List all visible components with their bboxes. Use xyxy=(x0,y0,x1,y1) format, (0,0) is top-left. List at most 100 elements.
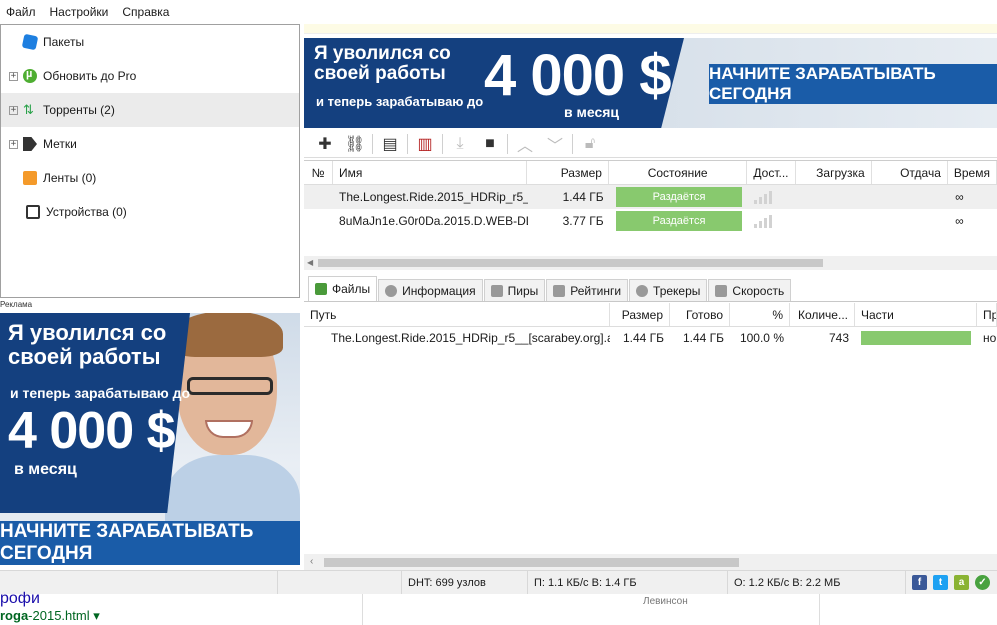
col-path[interactable]: Путь xyxy=(304,303,610,326)
ad-cta-button[interactable]: НАЧНИТЕ ЗАРАБАТЫВАТЬ СЕГОДНЯ xyxy=(0,521,300,565)
col-done[interactable]: Готово xyxy=(670,303,730,326)
move-up-icon[interactable]: ︿ xyxy=(510,132,540,156)
facebook-icon[interactable]: f xyxy=(912,575,927,590)
ad-cta-button[interactable]: НАЧНИТЕ ЗАРАБАТЫВАТЬ СЕГОДНЯ xyxy=(709,64,997,104)
col-size[interactable]: Размер xyxy=(610,303,670,326)
menu-help[interactable]: Справка xyxy=(122,5,169,19)
torrent-state-cell: Раздаётся xyxy=(610,185,749,209)
status-download[interactable]: П: 1.1 КБ/с В: 1.4 ГБ xyxy=(528,570,728,595)
table-row[interactable]: The.Longest.Ride.2015_HDRip_r5_... 1.44 … xyxy=(304,185,997,209)
file-parts xyxy=(855,327,977,349)
android-icon[interactable]: a xyxy=(954,575,969,590)
toolbar-separator xyxy=(442,133,443,154)
twitter-icon[interactable]: t xyxy=(933,575,948,590)
col-name[interactable]: Имя xyxy=(333,161,528,184)
row-num xyxy=(304,209,333,233)
scrollbar-thumb[interactable] xyxy=(318,259,823,267)
file-done: 1.44 ГБ xyxy=(682,331,724,345)
expand-icon[interactable]: + xyxy=(9,71,18,81)
col-priority[interactable]: Пр xyxy=(977,303,997,326)
torrent-list: № Имя Размер Состояние Дост... Загрузка … xyxy=(304,160,997,270)
horizontal-scrollbar[interactable]: ‹ xyxy=(304,554,997,570)
tab-info[interactable]: Информация xyxy=(378,279,483,301)
stop-icon[interactable]: ■ xyxy=(475,132,505,156)
status-empty-cell xyxy=(278,570,402,595)
sidebar-item-torrents[interactable]: + ⇅ Торренты (2) xyxy=(1,93,299,127)
files-icon xyxy=(315,283,327,295)
row-num xyxy=(304,185,333,209)
status-bar: DHT: 699 узлов П: 1.1 КБ/с В: 1.4 ГБ О: … xyxy=(0,570,997,595)
create-torrent-icon[interactable]: ▤ xyxy=(375,132,405,156)
file-path: The.Longest.Ride.2015_HDRip_r5__[scarabe… xyxy=(331,331,610,345)
col-num[interactable]: № xyxy=(304,161,334,184)
peers-icon xyxy=(490,284,503,297)
menu-file[interactable]: Файл xyxy=(6,5,36,19)
ad-headline: Я уволился со своей работы xyxy=(8,320,167,369)
background-link-text[interactable]: рофи xyxy=(0,590,40,608)
col-size[interactable]: Размер xyxy=(527,161,609,184)
col-download[interactable]: Загрузка xyxy=(796,161,872,184)
sidebar-item-packages[interactable]: Пакеты xyxy=(1,25,299,59)
scroll-left-icon[interactable]: ◀ xyxy=(307,256,313,270)
availability-bars-icon xyxy=(748,185,796,209)
packages-icon xyxy=(21,33,39,51)
tab-files[interactable]: Файлы xyxy=(308,276,378,301)
menu-settings[interactable]: Настройки xyxy=(50,5,109,19)
torrent-upload xyxy=(873,209,949,233)
status-upload[interactable]: О: 1.2 КБ/с В: 2.2 МБ xyxy=(728,570,906,595)
tab-ratings[interactable]: Рейтинги xyxy=(546,279,629,301)
sidebar-item-feeds[interactable]: Ленты (0) xyxy=(1,161,299,195)
expand-icon[interactable]: + xyxy=(9,105,18,115)
toolbar-separator xyxy=(507,133,508,154)
torrent-download xyxy=(796,209,872,233)
unlock-icon[interactable]: 🔓︎ xyxy=(575,132,605,156)
download-icon[interactable]: ⤓ xyxy=(445,132,475,156)
add-torrent-icon[interactable]: ✚ xyxy=(310,132,340,156)
info-strip xyxy=(304,24,997,34)
torrent-name: The.Longest.Ride.2015_HDRip_r5_... xyxy=(339,190,528,204)
background-browser-page: рофи roga-2015.html ▾ Левинсон xyxy=(0,590,997,625)
ad-banner-top[interactable]: Я уволился со своей работы и теперь зара… xyxy=(304,38,997,128)
scrollbar-thumb[interactable] xyxy=(324,558,739,567)
tab-trackers[interactable]: Трекеры xyxy=(629,279,708,301)
move-down-icon[interactable]: ﹀ xyxy=(540,132,570,156)
col-availability[interactable]: Дост... xyxy=(747,161,796,184)
col-parts[interactable]: Части xyxy=(855,303,977,326)
sidebar-item-label: Метки xyxy=(43,137,77,151)
status-ok-icon[interactable]: ✓ xyxy=(975,575,990,590)
col-state[interactable]: Состояние xyxy=(609,161,748,184)
social-icons: f t a ✓ xyxy=(906,575,990,590)
availability-bars-icon xyxy=(748,209,796,233)
file-percent: 100.0 % xyxy=(739,331,784,345)
torrent-size: 3.77 ГБ xyxy=(562,214,604,228)
sidebar: Пакеты + Обновить до Pro + ⇅ Торренты (2… xyxy=(0,24,300,298)
col-upload[interactable]: Отдача xyxy=(872,161,948,184)
status-badge: Раздаётся xyxy=(615,187,743,207)
add-link-icon[interactable]: ⛓ xyxy=(340,132,370,156)
table-row[interactable]: The.Longest.Ride.2015_HDRip_r5__[scarabe… xyxy=(304,327,997,349)
sidebar-item-label: Устройства (0) xyxy=(46,205,127,219)
torrent-time: ∞ xyxy=(955,190,964,204)
tab-label: Скорость xyxy=(732,283,785,298)
table-row[interactable]: 8uMaJn1e.G0r0Da.2015.D.WEB-DL.... 3.77 Г… xyxy=(304,209,997,233)
horizontal-scrollbar[interactable]: ◀ xyxy=(304,256,997,270)
col-count[interactable]: Количе... xyxy=(790,303,855,326)
parts-bar xyxy=(861,331,971,345)
sidebar-item-upgrade-pro[interactable]: + Обновить до Pro xyxy=(1,59,299,93)
torrent-upload xyxy=(873,185,949,209)
ad-subline: и теперь зарабатываю до xyxy=(316,94,484,109)
background-url-rest: -2015.html ▾ xyxy=(28,608,100,623)
expand-icon[interactable]: + xyxy=(9,139,18,149)
col-percent[interactable]: % xyxy=(730,303,790,326)
tab-peers[interactable]: Пиры xyxy=(483,279,546,301)
sidebar-item-devices[interactable]: Устройства (0) xyxy=(1,195,299,229)
ad-label: Реклама xyxy=(0,300,33,309)
col-time[interactable]: Время xyxy=(948,161,997,184)
speed-icon xyxy=(715,284,728,297)
tab-speed[interactable]: Скорость xyxy=(708,279,792,301)
sidebar-item-labels[interactable]: + Метки xyxy=(1,127,299,161)
delete-icon[interactable]: ▥ xyxy=(410,132,440,156)
ad-banner-left[interactable]: Я уволился со своей работы и теперь зара… xyxy=(0,313,300,565)
torrent-download xyxy=(796,185,872,209)
scroll-left-icon[interactable]: ‹ xyxy=(310,554,313,570)
